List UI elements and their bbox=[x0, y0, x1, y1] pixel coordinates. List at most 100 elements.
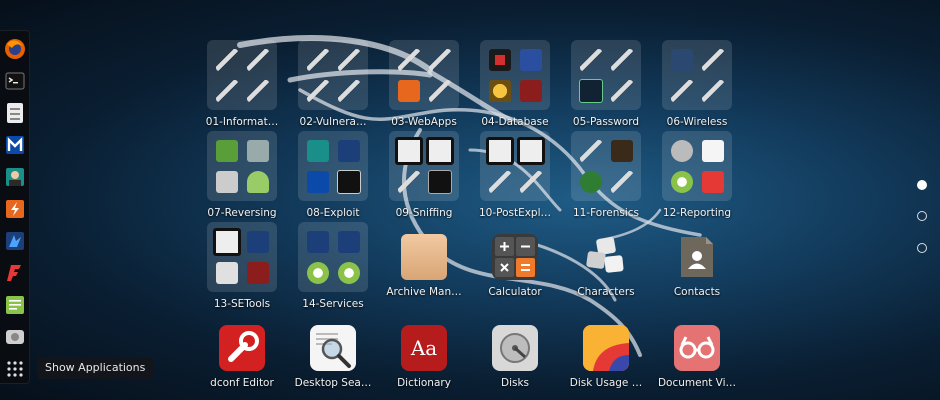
tool-icon bbox=[670, 79, 693, 102]
folder-icon bbox=[207, 222, 277, 292]
android-icon bbox=[246, 170, 269, 193]
tool-icon bbox=[215, 139, 238, 162]
tool-icon bbox=[670, 48, 693, 71]
app-label: Contacts bbox=[673, 286, 721, 298]
folder-13-setools[interactable]: 13-SETools bbox=[197, 222, 287, 310]
app-label: Desktop Sea… bbox=[294, 377, 372, 389]
app-label: 01-Informat… bbox=[205, 116, 279, 128]
folder-01-information-gathering[interactable]: 01-Informat… bbox=[197, 40, 287, 128]
tool-icon bbox=[215, 79, 238, 102]
folder-07-reversing[interactable]: 07-Reversing bbox=[197, 131, 287, 219]
folder-icon bbox=[389, 40, 459, 110]
tool-icon bbox=[306, 79, 329, 102]
app-characters[interactable]: Characters bbox=[561, 222, 651, 298]
tool-icon bbox=[579, 48, 602, 71]
folder-12-reporting[interactable]: 12-Reporting bbox=[652, 131, 742, 219]
app-label: 11-Forensics bbox=[572, 207, 640, 219]
beef-icon[interactable] bbox=[3, 229, 27, 253]
tool-icon bbox=[212, 227, 241, 256]
app-dconf-editor[interactable]: dconf Editor bbox=[197, 313, 287, 389]
app-calculator[interactable]: Calculator bbox=[470, 222, 560, 298]
folder-11-forensics[interactable]: 11-Forensics bbox=[561, 131, 651, 219]
app-label: 04-Database bbox=[481, 116, 549, 128]
tool-icon bbox=[485, 136, 514, 165]
dash-dock bbox=[0, 30, 30, 384]
tool-icon bbox=[425, 136, 454, 165]
app-label: 02-Vulnera… bbox=[299, 116, 367, 128]
show-applications-button[interactable] bbox=[3, 357, 27, 381]
calculator-icon bbox=[492, 234, 538, 280]
archive-manager-icon bbox=[401, 234, 447, 280]
tool-icon bbox=[488, 48, 511, 71]
folder-06-wireless[interactable]: 06-Wireless bbox=[652, 40, 742, 128]
folder-08-exploit[interactable]: 08-Exploit bbox=[288, 131, 378, 219]
firefox-icon[interactable] bbox=[3, 37, 27, 61]
tool-icon bbox=[579, 170, 602, 193]
app-dictionary[interactable]: Aa Dictionary bbox=[379, 313, 469, 389]
folder-02-vulnerability-analysis[interactable]: 02-Vulnera… bbox=[288, 40, 378, 128]
app-label: Calculator bbox=[488, 286, 542, 298]
contacts-icon bbox=[674, 234, 720, 280]
app-label: Disks bbox=[500, 377, 530, 389]
app-label: 05-Password bbox=[572, 116, 640, 128]
folder-05-password[interactable]: 05-Password bbox=[561, 40, 651, 128]
leafpad-icon[interactable] bbox=[3, 293, 27, 317]
faraday-icon[interactable] bbox=[3, 261, 27, 285]
folder-09-sniffing[interactable]: 09-Sniffing bbox=[379, 131, 469, 219]
terminal-icon[interactable] bbox=[3, 69, 27, 93]
page-indicator-2[interactable] bbox=[917, 211, 927, 221]
app-label: 14-Services bbox=[302, 298, 364, 310]
folder-icon bbox=[662, 40, 732, 110]
dconf-editor-icon bbox=[219, 325, 265, 371]
app-label: Dictionary bbox=[397, 377, 451, 389]
tool-icon bbox=[336, 169, 361, 194]
dictionary-icon: Aa bbox=[401, 325, 447, 371]
tool-icon bbox=[701, 79, 724, 102]
folder-14-services[interactable]: 14-Services bbox=[288, 222, 378, 310]
burpsuite-icon[interactable] bbox=[3, 197, 27, 221]
tool-icon bbox=[397, 48, 420, 71]
tool-icon bbox=[215, 48, 238, 71]
app-label: 07-Reversing bbox=[207, 207, 277, 219]
tool-icon bbox=[337, 261, 360, 284]
tool-icon bbox=[215, 170, 238, 193]
tool-icon bbox=[427, 169, 452, 194]
app-label: Document Vi… bbox=[657, 377, 737, 389]
app-disk-usage-analyzer[interactable]: Disk Usage … bbox=[561, 313, 651, 389]
tool-icon bbox=[246, 139, 269, 162]
show-applications-tooltip: Show Applications bbox=[37, 357, 154, 379]
page-indicator-3[interactable] bbox=[917, 243, 927, 253]
metasploit-icon[interactable] bbox=[3, 133, 27, 157]
tool-icon bbox=[306, 48, 329, 71]
tool-icon bbox=[701, 139, 724, 162]
app-label: dconf Editor bbox=[210, 377, 274, 389]
tool-icon bbox=[246, 48, 269, 71]
tool-icon bbox=[519, 79, 542, 102]
app-document-viewer[interactable]: Document Vi… bbox=[652, 313, 742, 389]
folder-icon bbox=[662, 131, 732, 201]
tool-icon bbox=[578, 78, 603, 103]
beef-icon bbox=[337, 139, 360, 162]
folder-03-webapps[interactable]: 03-WebApps bbox=[379, 40, 469, 128]
armitage-icon[interactable] bbox=[3, 165, 27, 189]
tool-icon bbox=[215, 261, 238, 284]
folder-10-post-exploitation[interactable]: 10-PostExpl… bbox=[470, 131, 560, 219]
page-indicator-1[interactable] bbox=[917, 180, 927, 190]
app-label: 09-Sniffing bbox=[395, 207, 453, 219]
app-contacts[interactable]: Contacts bbox=[652, 222, 742, 298]
cutycapt-icon[interactable] bbox=[3, 325, 27, 349]
folder-04-database[interactable]: 04-Database bbox=[470, 40, 560, 128]
app-label: 10-PostExpl… bbox=[478, 207, 552, 219]
disk-usage-icon bbox=[583, 325, 629, 371]
tool-icon bbox=[610, 48, 633, 71]
app-disks[interactable]: Disks bbox=[470, 313, 560, 389]
burpsuite-icon bbox=[397, 79, 420, 102]
app-desktop-search[interactable]: Desktop Sea… bbox=[288, 313, 378, 389]
tool-icon bbox=[337, 48, 360, 71]
tool-icon bbox=[306, 261, 329, 284]
app-archive-manager[interactable]: Archive Man… bbox=[379, 222, 469, 298]
files-icon[interactable] bbox=[3, 101, 27, 125]
tool-icon bbox=[428, 79, 451, 102]
tool-icon bbox=[246, 261, 269, 284]
app-label: Characters bbox=[577, 286, 635, 298]
